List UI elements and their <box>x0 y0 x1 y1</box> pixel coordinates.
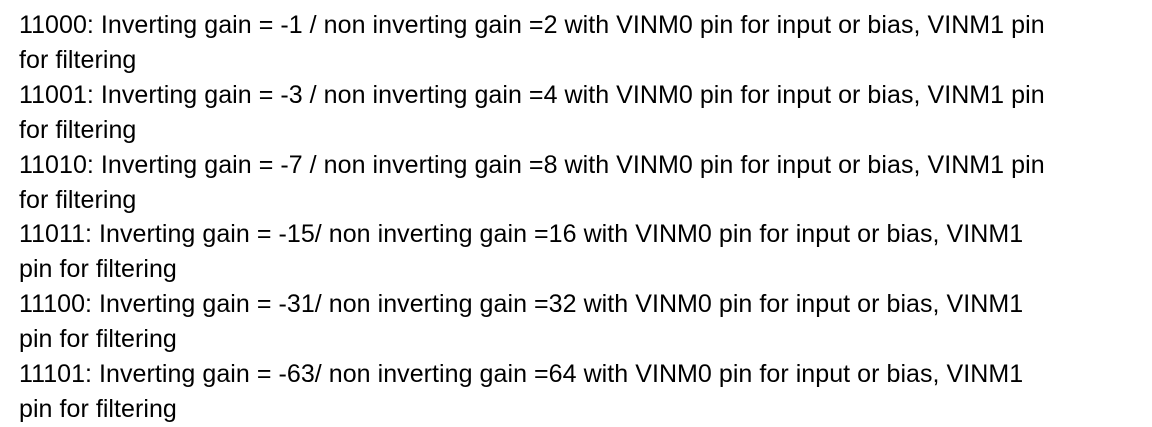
gain-entry-line: 11000: Inverting gain = -1 / non inverti… <box>19 11 1045 39</box>
gain-entry-line: 11101: Inverting gain = -63/ non inverti… <box>19 360 1024 389</box>
gain-entry-line: for filtering <box>19 45 137 74</box>
gain-entry-line: 11010: Inverting gain = -7 / non inverti… <box>19 150 1045 179</box>
gain-setting-list: 11000: Inverting gain = -1 / non inverti… <box>19 8 1139 427</box>
gain-entry-line: pin for filtering <box>19 325 177 354</box>
gain-entry-11010: 11010: Inverting gain = -7 / non inverti… <box>19 148 1139 218</box>
gain-entry-line: 11011: Inverting gain = -15/ non inverti… <box>19 220 1024 249</box>
gain-entry-11000: 11000: Inverting gain = -1 / non inverti… <box>19 8 1139 78</box>
gain-entry-11011: 11011: Inverting gain = -15/ non inverti… <box>19 217 1139 287</box>
gain-entry-11001: 11001: Inverting gain = -3 / non inverti… <box>19 78 1139 148</box>
gain-entry-line: for filtering <box>19 115 137 144</box>
gain-entry-line: 11001: Inverting gain = -3 / non inverti… <box>19 80 1045 109</box>
gain-entry-11100: 11100: Inverting gain = -31/ non inverti… <box>19 287 1139 357</box>
gain-entry-11101: 11101: Inverting gain = -63/ non inverti… <box>19 357 1139 427</box>
gain-entry-line: 11100: Inverting gain = -31/ non inverti… <box>19 290 1024 319</box>
gain-entry-line: for filtering <box>19 185 137 214</box>
gain-entry-line: pin for filtering <box>19 255 177 284</box>
